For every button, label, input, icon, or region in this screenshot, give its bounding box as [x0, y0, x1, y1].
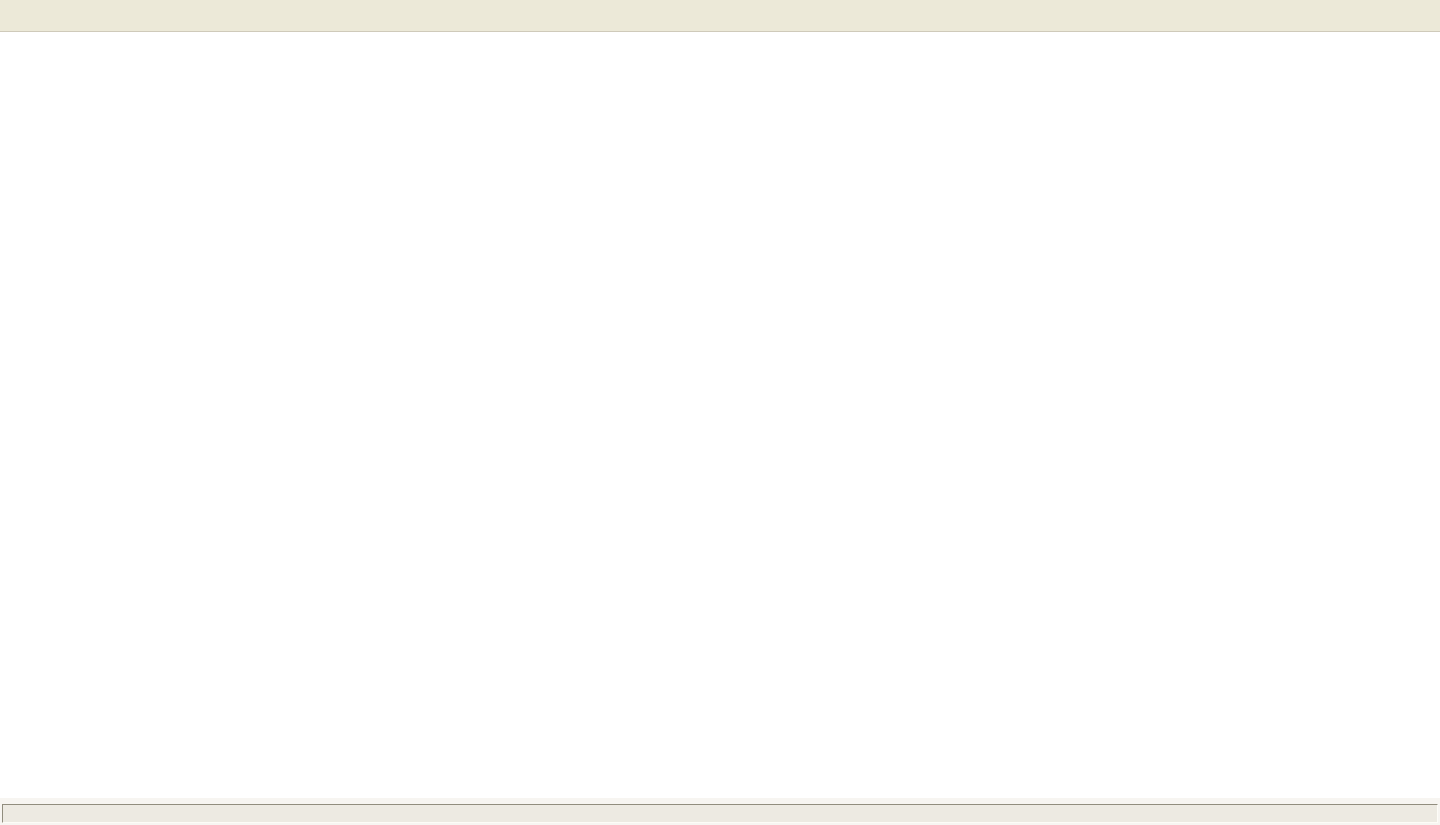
gnuplot-window [0, 0, 1440, 825]
plot-canvas[interactable] [0, 33, 1440, 798]
status-bar [2, 804, 1438, 823]
plots-svg [0, 33, 1440, 798]
statusbar-strip [0, 798, 1440, 825]
toolbar [0, 0, 1440, 32]
